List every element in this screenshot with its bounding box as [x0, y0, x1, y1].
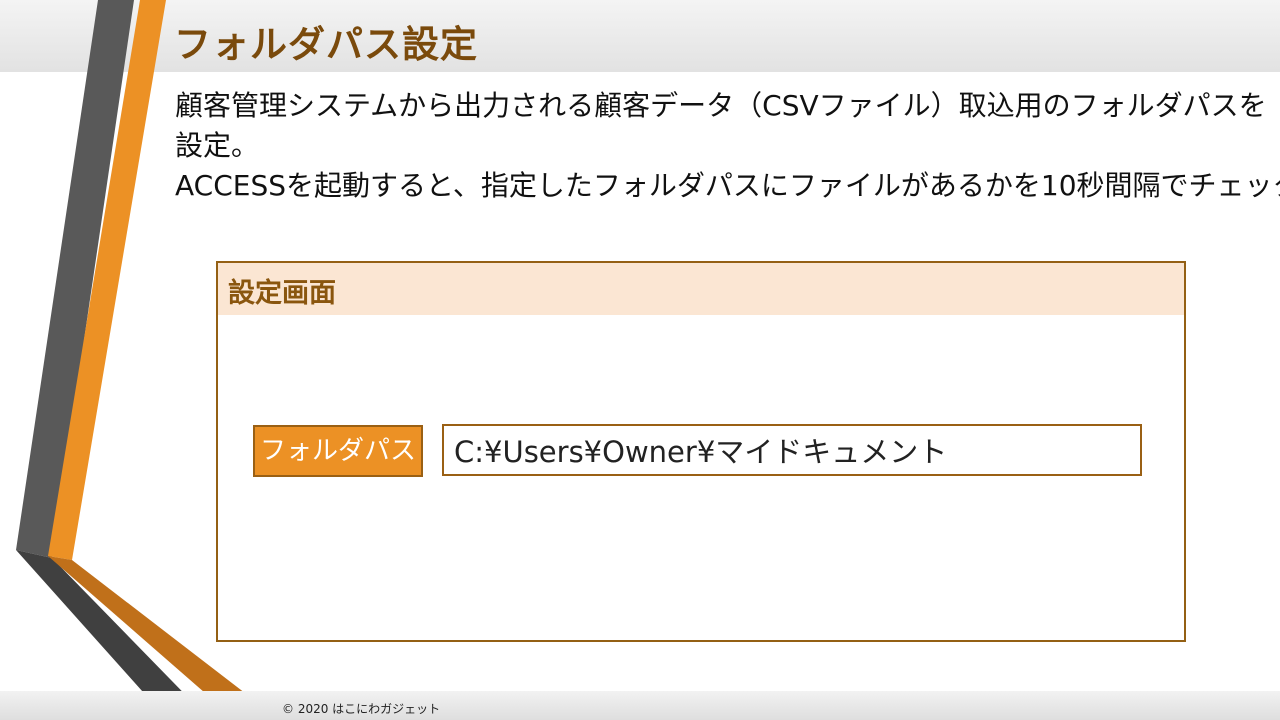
copyright-text: © 2020 はこにわガジェット	[282, 702, 441, 716]
description-line: 設定。	[175, 129, 260, 162]
settings-panel-title: 設定画面	[228, 278, 336, 309]
description-line: 顧客管理システムから出力される顧客データ（CSVファイル）取込用のフォルダパスを	[175, 89, 1267, 122]
folder-path-label: フォルダパス	[253, 425, 423, 477]
footer-band	[0, 691, 1280, 720]
description-line: ACCESSを起動すると、指定したフォルダパスにファイルがあるかを10秒間隔でチ…	[175, 169, 1280, 202]
settings-panel-header: 設定画面	[218, 263, 1184, 315]
description-text: 顧客管理システムから出力される顧客データ（CSVファイル）取込用のフォルダパスを…	[175, 86, 1280, 206]
page-title: フォルダパス設定	[174, 23, 478, 66]
folder-path-input[interactable]	[442, 424, 1142, 476]
